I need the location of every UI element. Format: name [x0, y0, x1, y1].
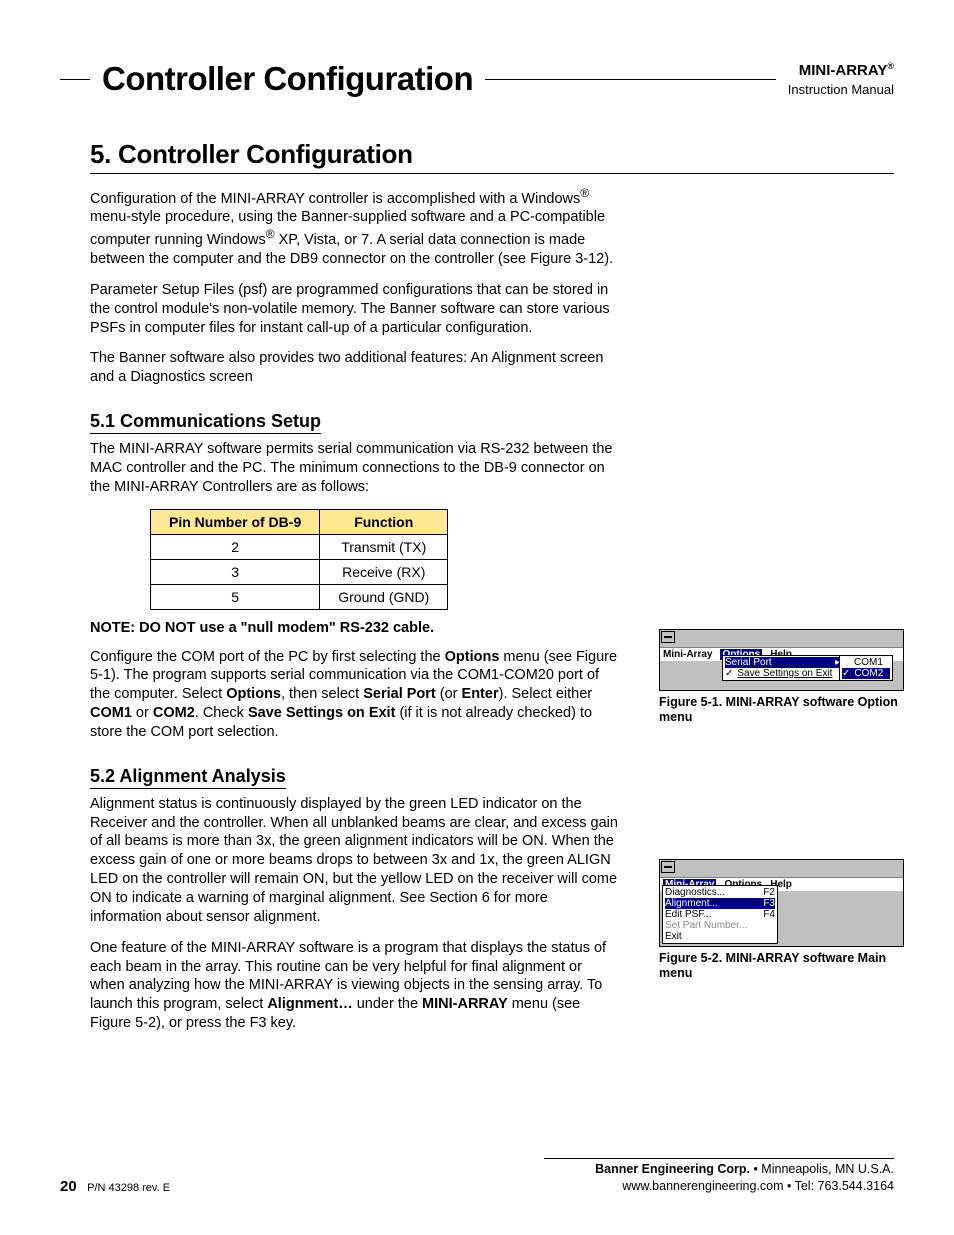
menu-com2[interactable]: ✓COM2: [842, 668, 890, 679]
sysmenu-icon: [661, 631, 675, 643]
footer-left: 20 P/N 43298 rev. E: [60, 1178, 170, 1195]
menu-diagnostics[interactable]: Diagnostics...F2: [665, 887, 775, 898]
header-right: MINI-ARRAY® Instruction Manual: [788, 60, 894, 99]
th-fn: Function: [320, 509, 448, 534]
menu-exit[interactable]: Exit: [665, 931, 775, 942]
menu-save-settings[interactable]: ✓Save Settings on Exit: [725, 668, 840, 679]
sub-heading-5-1: 5.1 Communications Setup: [90, 411, 321, 434]
page-title: Controller Configuration: [102, 60, 473, 98]
table-row: 2Transmit (TX): [151, 534, 448, 559]
menu-alignment[interactable]: Alignment...F3: [665, 898, 775, 909]
figure-5-2: Mini-Array Options Help Diagnostics...F2…: [659, 859, 904, 982]
brand-name: MINI-ARRAY: [799, 62, 888, 79]
figure-5-1: Mini-Array Options Help Serial Port▸ ✓Sa…: [659, 629, 904, 726]
menu-edit-psf[interactable]: Edit PSF...F4: [665, 909, 775, 920]
footer-right: Banner Engineering Corp. • Minneapolis, …: [544, 1158, 894, 1195]
menu-serial-port[interactable]: Serial Port▸: [725, 657, 840, 668]
menu-com1[interactable]: COM1: [842, 657, 890, 668]
table-row: 5Ground (GND): [151, 584, 448, 609]
db9-table: Pin Number of DB-9 Function 2Transmit (T…: [150, 509, 448, 610]
figure-caption: Figure 5-2. MINI-ARRAY software Main men…: [659, 951, 904, 982]
sysmenu-icon: [661, 861, 675, 873]
figure-caption: Figure 5-1. MINI-ARRAY software Option m…: [659, 695, 904, 726]
section-heading: 5. Controller Configuration: [90, 139, 894, 174]
menu-set-part-number: Set Part Number...: [665, 920, 775, 931]
menu-mini-array[interactable]: Mini-Array: [663, 649, 712, 660]
th-pin: Pin Number of DB-9: [151, 509, 320, 534]
table-row: 3Receive (RX): [151, 559, 448, 584]
page-header: Controller Configuration MINI-ARRAY® Ins…: [60, 60, 894, 99]
sub-heading-5-2: 5.2 Alignment Analysis: [90, 766, 286, 789]
doc-subtitle: Instruction Manual: [788, 82, 894, 97]
